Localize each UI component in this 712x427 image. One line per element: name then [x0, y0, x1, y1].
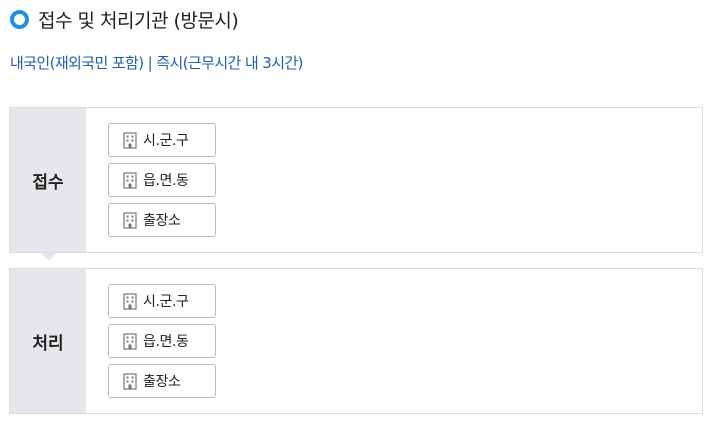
- building-icon: [123, 211, 137, 229]
- process-label-cell: 처리: [10, 269, 86, 413]
- process-office-button-branch[interactable]: 출장소: [108, 364, 216, 398]
- building-icon: [123, 292, 137, 310]
- process-office-button-eupmyeondong[interactable]: 읍.면.동: [108, 324, 216, 358]
- process-label: 처리: [32, 333, 64, 354]
- page-title: 접수 및 처리기관 (방문시): [38, 9, 239, 32]
- process-office-list: 시.군.구 읍.면.동 출장소: [86, 269, 702, 413]
- section-title-row: 접수 및 처리기관 (방문시): [10, 6, 239, 32]
- office-label: 출장소: [143, 213, 181, 229]
- building-icon: [123, 171, 137, 189]
- receive-office-button-eupmyeondong[interactable]: 읍.면.동: [108, 163, 216, 197]
- office-label: 시.군.구: [143, 294, 189, 310]
- office-label: 출장소: [143, 374, 181, 390]
- building-icon: [123, 332, 137, 350]
- building-icon: [123, 372, 137, 390]
- target-and-time-info: 내국인(재외국민 포함) | 즉시(근무시간 내 3시간): [10, 54, 303, 72]
- receive-section: 접수 시.군.구 읍.면.동 출장소: [9, 107, 703, 261]
- process-office-button-sigungu[interactable]: 시.군.구: [108, 284, 216, 318]
- office-label: 읍.면.동: [143, 334, 189, 350]
- down-arrow-icon: [41, 253, 57, 261]
- receive-office-button-sigungu[interactable]: 시.군.구: [108, 123, 216, 157]
- receive-office-button-branch[interactable]: 출장소: [108, 203, 216, 237]
- office-label: 읍.면.동: [143, 173, 189, 189]
- receive-label: 접수: [32, 172, 64, 193]
- receive-office-list: 시.군.구 읍.면.동 출장소: [86, 108, 702, 252]
- receive-label-cell: 접수: [10, 108, 86, 261]
- building-icon: [123, 131, 137, 149]
- process-section: 처리 시.군.구 읍.면.동 출장소: [9, 268, 703, 414]
- office-label: 시.군.구: [143, 133, 189, 149]
- circle-bullet-icon: [10, 9, 29, 29]
